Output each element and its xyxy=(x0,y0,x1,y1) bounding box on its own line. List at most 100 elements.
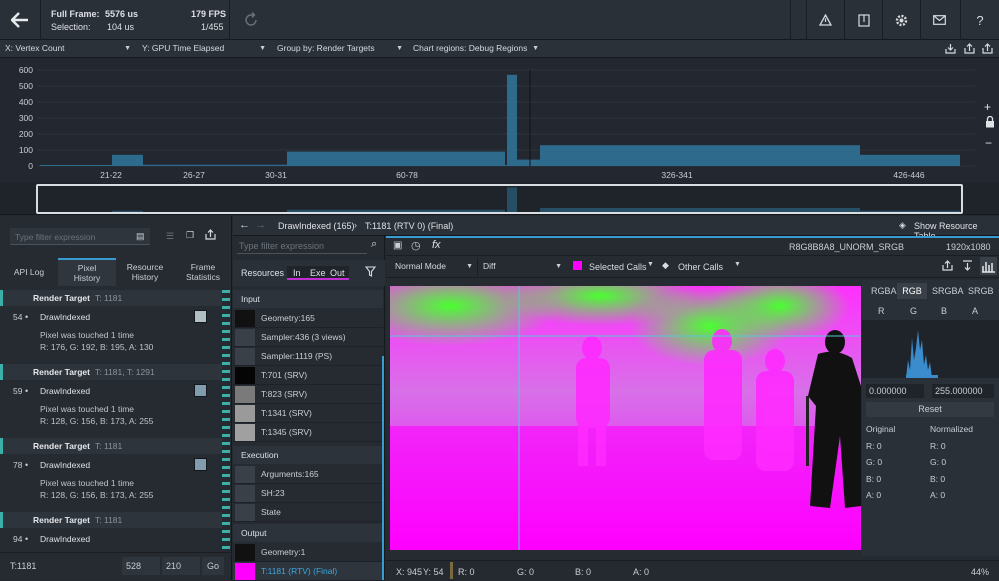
chart-regions-dropdown[interactable]: Chart regions: Debug Regions ▼ xyxy=(408,40,543,58)
channel-b-toggle[interactable]: B xyxy=(941,306,947,316)
tab-resource-history[interactable]: Resource History xyxy=(118,258,172,286)
resource-row[interactable]: SH:23 xyxy=(233,484,383,503)
range-min-input[interactable]: 0.000000 xyxy=(866,384,924,398)
x-axis-dropdown[interactable]: X: Vertex Count ▼ xyxy=(0,40,135,58)
event-color-value: R: 128, G: 156, B: 173, A: 255 xyxy=(40,490,154,500)
pixel-history-list: Render Target T: 1181 54 • DrawIndexed Pix… xyxy=(0,290,222,552)
zoom-in-icon[interactable]: + xyxy=(984,100,991,114)
mail-icon[interactable] xyxy=(920,0,958,40)
resource-row[interactable]: Sampler:436 (3 views) xyxy=(233,328,383,347)
go-button[interactable]: Go xyxy=(202,557,224,575)
pixel-y-input[interactable]: 210 xyxy=(162,557,200,575)
x-tick-label: 30-31 xyxy=(265,170,287,180)
history-timeline-strip[interactable] xyxy=(222,290,230,552)
resource-row[interactable]: T:1341 (SRV) xyxy=(233,404,383,423)
export-image-icon[interactable] xyxy=(942,260,953,273)
resource-row[interactable]: T:823 (SRV) xyxy=(233,385,383,404)
breadcrumb-call[interactable]: DrawIndexed (165) xyxy=(278,221,355,231)
tab-rgba[interactable]: RGBA xyxy=(871,286,897,296)
refresh-icon[interactable] xyxy=(243,12,259,30)
resource-row[interactable]: T:1345 (SRV) xyxy=(233,423,383,442)
lock-icon[interactable] xyxy=(985,115,995,130)
filter-funnel-icon[interactable] xyxy=(364,266,377,279)
resource-row[interactable]: State xyxy=(233,503,383,522)
range-max-input[interactable]: 255.000000 xyxy=(932,384,994,398)
toggle-exe[interactable]: Exe xyxy=(310,268,326,278)
render-target-image[interactable] xyxy=(390,286,861,550)
event-number: 94 xyxy=(13,534,23,544)
flip-icon[interactable] xyxy=(962,260,973,273)
bookmark-icon[interactable] xyxy=(844,0,882,40)
chart-minimap[interactable] xyxy=(0,183,999,215)
resource-scrollbar[interactable] xyxy=(382,356,384,580)
resource-row[interactable]: Sampler:1119 (PS) xyxy=(233,347,383,366)
tab-srgb[interactable]: SRGB xyxy=(968,286,994,296)
original-heading: Original xyxy=(866,424,896,434)
minimap-selection-handle[interactable] xyxy=(36,184,963,214)
back-arrow-icon[interactable] xyxy=(0,0,40,40)
group-by-dropdown[interactable]: Group by: Render Targets ▼ xyxy=(272,40,407,58)
y-tick-label: 200 xyxy=(19,129,33,139)
channel-g-toggle[interactable]: G xyxy=(910,306,917,316)
x-tick-label: 26-27 xyxy=(183,170,205,180)
list-icon[interactable]: ☰ xyxy=(166,231,174,242)
toggle-out[interactable]: Out xyxy=(330,268,345,278)
export-left-icon[interactable] xyxy=(205,229,216,242)
warning-triangle-icon[interactable] xyxy=(806,0,844,40)
tab-srgba[interactable]: SRGBA xyxy=(932,286,964,296)
caret-down-icon[interactable]: ▼ xyxy=(647,261,654,268)
chart-plot: 600 500 400 300 200 100 0 21-22 26-27 30-31 60-78 3… xyxy=(19,65,975,180)
share-icon[interactable] xyxy=(964,43,975,56)
y-axis-dropdown[interactable]: Y: GPU Time Elapsed ▼ xyxy=(137,40,270,58)
event-touch-count: Pixel was touched 1 time xyxy=(40,478,135,488)
tab-api-log[interactable]: API Log xyxy=(4,258,54,286)
zoom-out-icon[interactable]: − xyxy=(985,136,992,150)
resource-label: T:701 (SRV) xyxy=(261,370,308,380)
normalized-heading: Normalized xyxy=(930,424,973,434)
histogram-plot xyxy=(906,330,938,378)
go-label: Go xyxy=(206,561,219,571)
selected-calls-swatch[interactable] xyxy=(573,261,582,270)
render-target-sub: T: 1181 xyxy=(95,441,123,451)
resource-row[interactable]: Arguments:165 xyxy=(233,465,383,484)
y-axis-label: Y: GPU Time Elapsed xyxy=(142,43,225,53)
help-icon[interactable]: ? xyxy=(960,0,999,40)
gear-icon[interactable] xyxy=(882,0,920,40)
image-icon[interactable]: ▣ xyxy=(393,240,402,251)
search-icon[interactable]: ⌕ xyxy=(371,238,377,251)
tab-rgb[interactable]: RGB xyxy=(897,283,927,299)
fx-icon[interactable]: fx xyxy=(432,239,441,251)
export-icon[interactable] xyxy=(945,43,956,56)
tab-frame-statistics[interactable]: Frame Statistics xyxy=(176,258,230,286)
y-tick-label: 400 xyxy=(19,97,33,107)
resource-row[interactable]: Geometry:165 xyxy=(233,309,383,328)
calendar-icon[interactable]: ▤ xyxy=(136,231,145,242)
cube-icon: ◆ xyxy=(662,260,669,270)
histogram-toggle-icon[interactable] xyxy=(980,257,997,275)
toggle-in[interactable]: In xyxy=(293,268,301,278)
nav-forward-icon[interactable]: → xyxy=(255,219,266,231)
channel-a-toggle[interactable]: A xyxy=(972,306,978,316)
chart-bar xyxy=(163,164,287,166)
histogram[interactable] xyxy=(862,320,999,378)
channel-r-toggle[interactable]: R xyxy=(878,306,885,316)
nav-back-icon[interactable]: ← xyxy=(239,219,250,231)
y-tick-label: 600 xyxy=(19,65,33,75)
gpu-time-chart[interactable]: 600 500 400 300 200 100 0 21-22 26-27 30-31 60-78 3… xyxy=(0,58,999,183)
resource-row[interactable]: T:701 (SRV) xyxy=(233,366,383,385)
texture-thumb xyxy=(235,424,255,441)
upload-icon[interactable] xyxy=(982,43,993,56)
copy-icon[interactable]: ❐ xyxy=(186,230,194,241)
left-filter-input[interactable]: Type filter expression ▤ xyxy=(10,228,150,245)
clock-icon[interactable]: ◷ xyxy=(411,239,421,252)
resource-filter-input[interactable]: Type filter expression xyxy=(237,239,367,254)
reset-button[interactable]: Reset xyxy=(866,402,994,417)
resource-row[interactable]: Geometry:1 xyxy=(233,543,383,562)
resource-row-selected[interactable]: T:1181 (RTV) (Final) xyxy=(233,562,383,581)
pixel-x-input[interactable]: 528 xyxy=(122,557,160,575)
caret-down-icon[interactable]: ▼ xyxy=(734,261,741,268)
mode-dropdown[interactable]: Normal Mode ▼ xyxy=(390,258,478,276)
tab-pixel-history[interactable]: Pixel History xyxy=(58,258,116,286)
pixel-y-value: 210 xyxy=(166,561,182,571)
compare-dropdown[interactable]: Diff ▼ xyxy=(478,258,566,276)
